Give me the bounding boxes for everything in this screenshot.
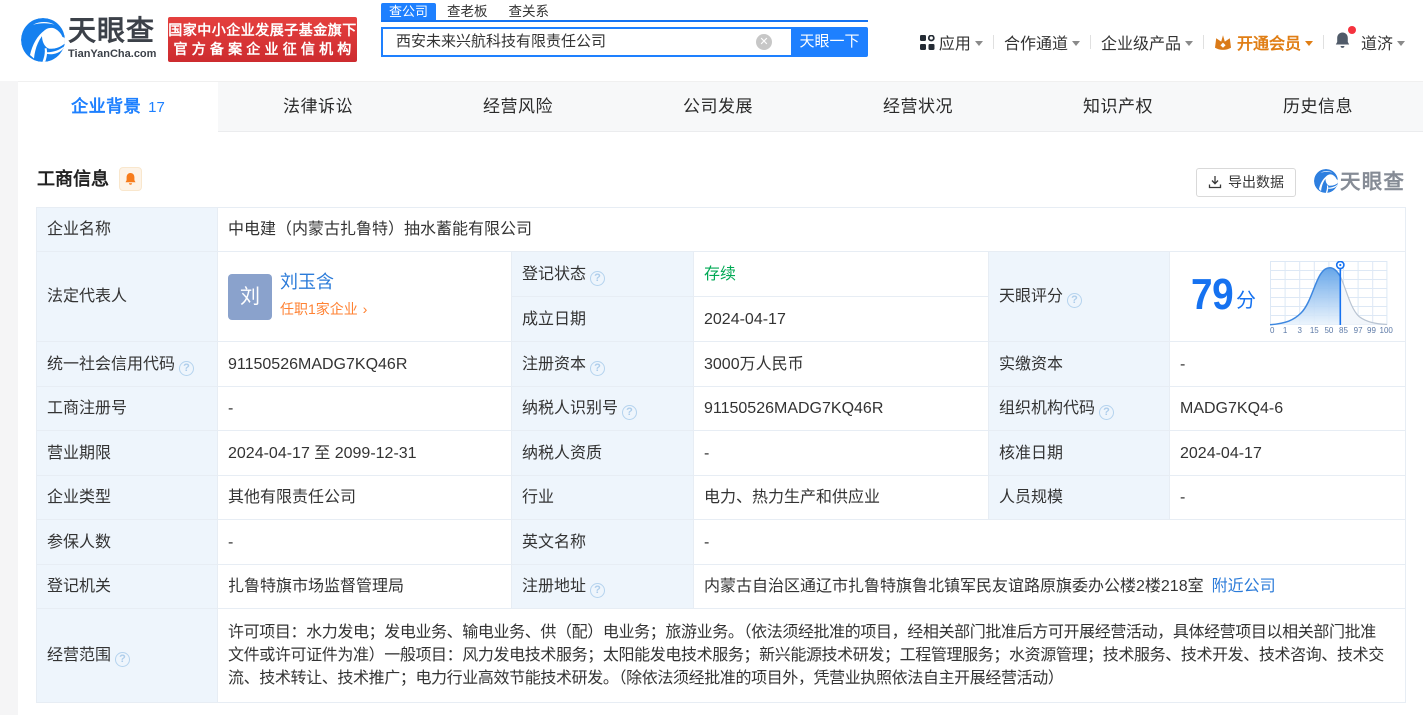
svg-text:50: 50 — [1324, 326, 1333, 334]
svg-text:3: 3 — [1297, 326, 1302, 334]
svg-text:天眼查: 天眼查 — [1340, 170, 1405, 194]
svg-text:1: 1 — [1283, 326, 1288, 334]
svg-text:15: 15 — [1310, 326, 1319, 334]
svg-text:0: 0 — [1270, 326, 1275, 334]
svg-text:85: 85 — [1339, 326, 1348, 334]
svg-text:99: 99 — [1367, 326, 1376, 334]
svg-text:100: 100 — [1380, 326, 1394, 334]
svg-text:97: 97 — [1354, 326, 1363, 334]
